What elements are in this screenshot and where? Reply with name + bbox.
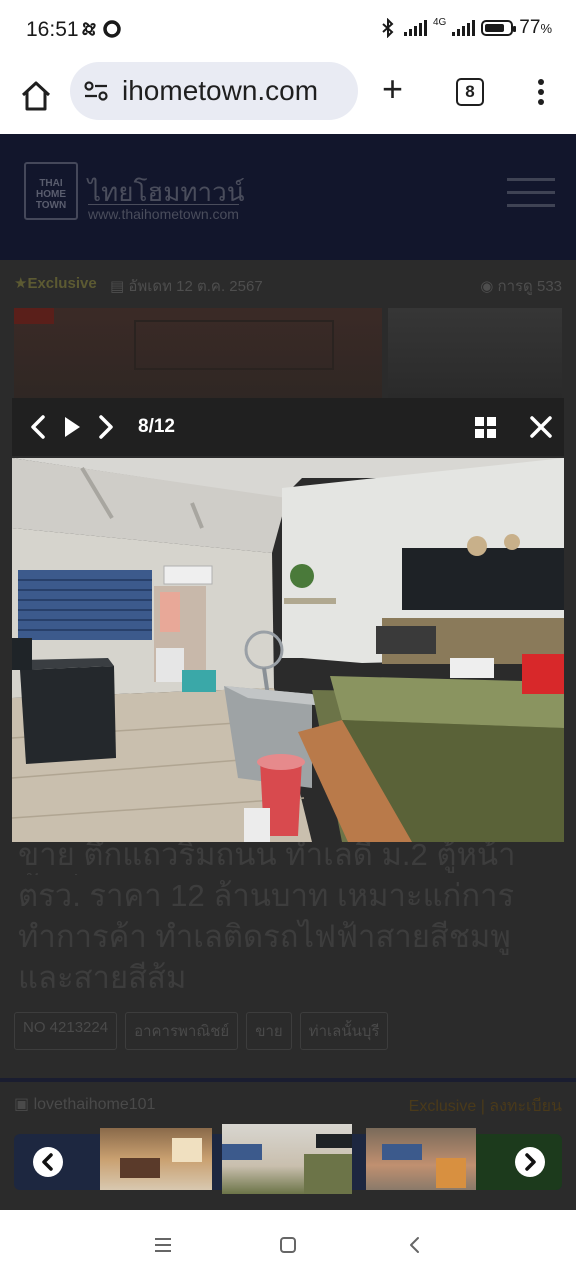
network-type-label: 4G [432, 16, 447, 28]
lightbox-toolbar: 8/12 [12, 398, 564, 456]
section-divider [0, 1078, 576, 1082]
listing-date: ▤ อัพเดท 12 ต.ค. 2567 [110, 278, 263, 295]
exclusive-badge: ★Exclusive [14, 275, 97, 292]
listing-photo-main[interactable] [14, 308, 382, 398]
agent-icon: ▣ [14, 1096, 34, 1113]
browser-toolbar: ihometown.com + 8 [0, 62, 576, 134]
thumbnail-strip [14, 1122, 564, 1202]
tag-type[interactable]: อาคารพาณิชย์ [125, 1012, 239, 1050]
battery-icon [481, 20, 517, 36]
agent-row: ▣ lovethaihome101 Exclusive | ลงทะเบียน [14, 1094, 562, 1115]
signal-1-icon [403, 20, 427, 36]
new-tab-icon[interactable]: + [382, 71, 403, 107]
site-header: THAI HOME TOWN ไทยโฮมทาวน์ www.thaihometow… [0, 134, 576, 260]
signal-2-icon [452, 20, 476, 36]
system-nav-bar [0, 1210, 576, 1280]
listing-photo-side[interactable] [388, 308, 562, 398]
tag-id[interactable]: NO 4213224 [14, 1012, 118, 1050]
thumb-next-icon[interactable] [514, 1146, 546, 1178]
tag-location[interactable]: ท่าเลนั้นบุรี [299, 1012, 389, 1050]
circle-status-icon [103, 20, 121, 38]
agent-name[interactable]: lovethaihome101 [34, 1096, 156, 1113]
close-icon[interactable] [527, 412, 555, 442]
site-settings-icon[interactable] [82, 79, 110, 103]
status-bar: 16:51 4G 77% [0, 0, 576, 62]
logo-mark[interactable]: THAI HOME TOWN [24, 162, 78, 220]
bluetooth-icon [382, 18, 394, 38]
fan-icon [82, 20, 121, 38]
status-notification-icons [80, 19, 122, 45]
thumb-prev-icon[interactable] [32, 1146, 64, 1178]
image-counter: 8/12 [138, 416, 175, 437]
listing-title: ขาย ตึกแถวริมถนน ทำเลดี ม.2 ตู้หน้า พื้น… [18, 837, 516, 995]
hamburger-menu-icon[interactable] [507, 178, 555, 208]
prev-icon[interactable] [24, 412, 52, 442]
status-time: 16:51 [26, 18, 79, 41]
next-icon[interactable] [92, 412, 120, 442]
grid-icon[interactable] [472, 412, 500, 442]
listing-meta: ★Exclusive ▤ อัพเดท 12 ต.ค. 2567 ◉ การดู… [14, 274, 562, 298]
play-icon[interactable] [58, 412, 86, 442]
lightbox-image[interactable] [12, 458, 564, 842]
home-icon[interactable] [18, 78, 54, 114]
battery-percent: 77% [519, 17, 552, 38]
agent-badge: Exclusive | ลงทะเบียน [408, 1098, 562, 1115]
thumbnail-9[interactable] [366, 1128, 476, 1190]
url-text[interactable]: ihometown.com [122, 75, 318, 107]
tag-sale[interactable]: ขาย [246, 1012, 292, 1050]
listing-views: ◉ การดู 533 [480, 278, 562, 295]
url-bar[interactable]: ihometown.com [70, 62, 358, 120]
listing-tags: NO 4213224 อาคารพาณิชย์ ขาย ท่าเลนั้นบุร… [14, 1012, 389, 1050]
overflow-menu-icon[interactable] [526, 72, 556, 112]
logo-url: www.thaihometown.com [88, 204, 239, 222]
tab-switcher-icon[interactable]: 8 [456, 78, 484, 106]
status-right-icons: 4G 77% [378, 17, 552, 39]
back-icon[interactable] [402, 1232, 428, 1258]
thumbnail-8-active[interactable] [222, 1124, 352, 1194]
home-nav-icon[interactable] [275, 1232, 301, 1258]
recents-icon[interactable] [150, 1232, 176, 1258]
thumbnail-7[interactable] [100, 1128, 212, 1190]
